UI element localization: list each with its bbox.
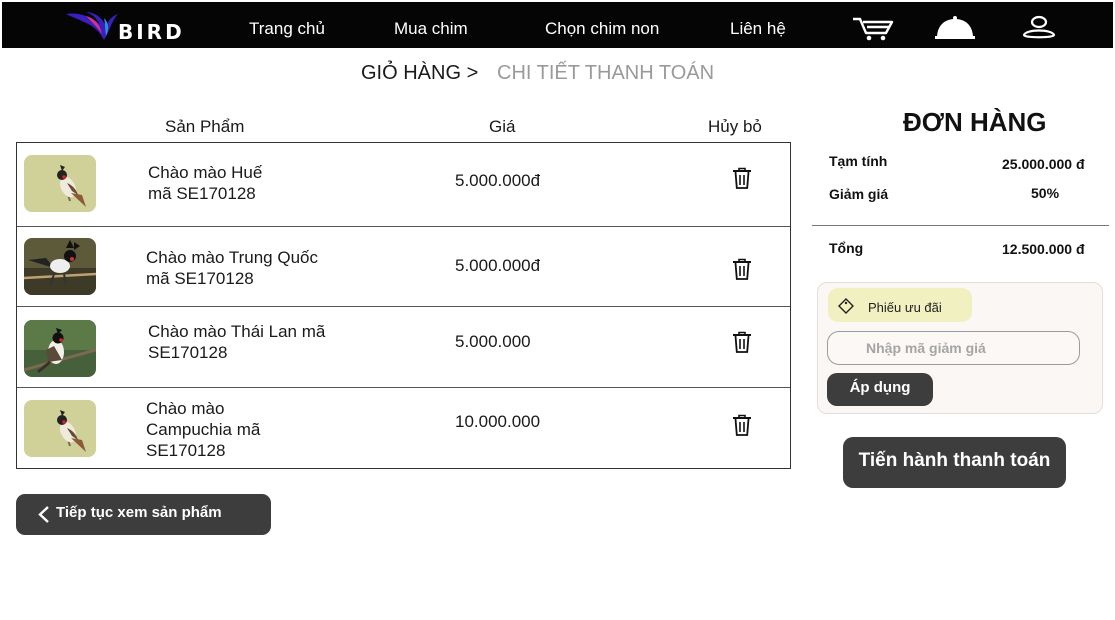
nav-contact[interactable]: Liên hệ [730, 19, 786, 39]
coupon-tag-label: Phiếu ưu đãi [868, 300, 942, 315]
column-header-cancel: Hủy bỏ [708, 117, 762, 136]
chevron-left-icon [38, 506, 49, 523]
column-header-price: Giá [489, 117, 516, 136]
total-label: Tổng [829, 240, 864, 256]
product-name: Chào mào Trung Quốc mã SE170128 [146, 248, 318, 288]
breadcrumb-checkout[interactable]: CHI TIẾT THANH TOÁN [497, 62, 714, 85]
product-price: 5.000.000đ [455, 171, 541, 190]
total-value: 12.500.000 đ [1002, 241, 1085, 257]
breadcrumb-cart[interactable]: GIỎ HÀNG > [361, 62, 478, 85]
order-summary-title: ĐƠN HÀNG [903, 107, 1047, 137]
top-nav-bar: BIRD Trang chủ Mua chim Chọn chim non Li… [2, 2, 1113, 48]
apply-button[interactable]: Áp dụng [827, 373, 933, 406]
voucher-panel: Phiếu ưu đãi Áp dụng [817, 282, 1103, 414]
ticket-icon [838, 298, 854, 314]
discount-value: 50% [1031, 185, 1060, 201]
user-icon[interactable] [1016, 14, 1062, 42]
nav-choose-chicks[interactable]: Chọn chim non [545, 19, 659, 39]
delete-icon[interactable] [732, 414, 752, 436]
nav-home[interactable]: Trang chủ [249, 19, 325, 39]
cart-icon[interactable] [850, 14, 896, 42]
subtotal-value: 25.000.000 đ [1002, 156, 1085, 172]
cart-table: Chào mào Huế mã SE170128 5.000.000đ Chào… [16, 142, 791, 469]
table-row: Chào mào Huế mã SE170128 5.000.000đ [17, 143, 790, 226]
product-price: 5.000.000 [455, 332, 531, 351]
product-image[interactable] [24, 238, 96, 295]
table-row: Chào mào Thái Lan mã SE170128 5.000.000 [17, 306, 790, 387]
product-name: Chào mào Huế mã SE170128 [148, 163, 263, 203]
brand-name[interactable]: BIRD [118, 20, 185, 44]
summary-divider [812, 225, 1109, 226]
product-image[interactable] [24, 320, 96, 377]
delete-icon[interactable] [732, 331, 752, 353]
discount-label: Giảm giá [829, 186, 889, 202]
bell-icon[interactable] [932, 14, 978, 42]
product-image[interactable] [24, 155, 96, 212]
subtotal-label: Tạm tính [829, 153, 888, 169]
column-header-product: Sản Phẩm [165, 117, 245, 136]
product-image[interactable] [24, 400, 96, 457]
product-price: 10.000.000 [455, 412, 541, 431]
discount-code-input[interactable] [827, 331, 1080, 365]
product-name: Chào mào Campuchia mã SE170128 [146, 399, 261, 460]
product-price: 5.000.000đ [455, 256, 541, 275]
table-row: Chào mào Campuchia mã SE170128 10.000.00… [17, 387, 790, 468]
nav-buy-birds[interactable]: Mua chim [394, 19, 468, 39]
checkout-button[interactable]: Tiến hành thanh toán [843, 437, 1066, 488]
continue-shopping-button[interactable]: Tiếp tục xem sản phẩm [16, 494, 271, 535]
table-row: Chào mào Trung Quốc mã SE170128 5.000.00… [17, 226, 790, 306]
product-name: Chào mào Thái Lan mã SE170128 [148, 322, 326, 362]
delete-icon[interactable] [732, 258, 752, 280]
coupon-tag[interactable]: Phiếu ưu đãi [828, 288, 972, 322]
delete-icon[interactable] [732, 167, 752, 189]
continue-shopping-label: Tiếp tục xem sản phẩm [56, 504, 222, 521]
